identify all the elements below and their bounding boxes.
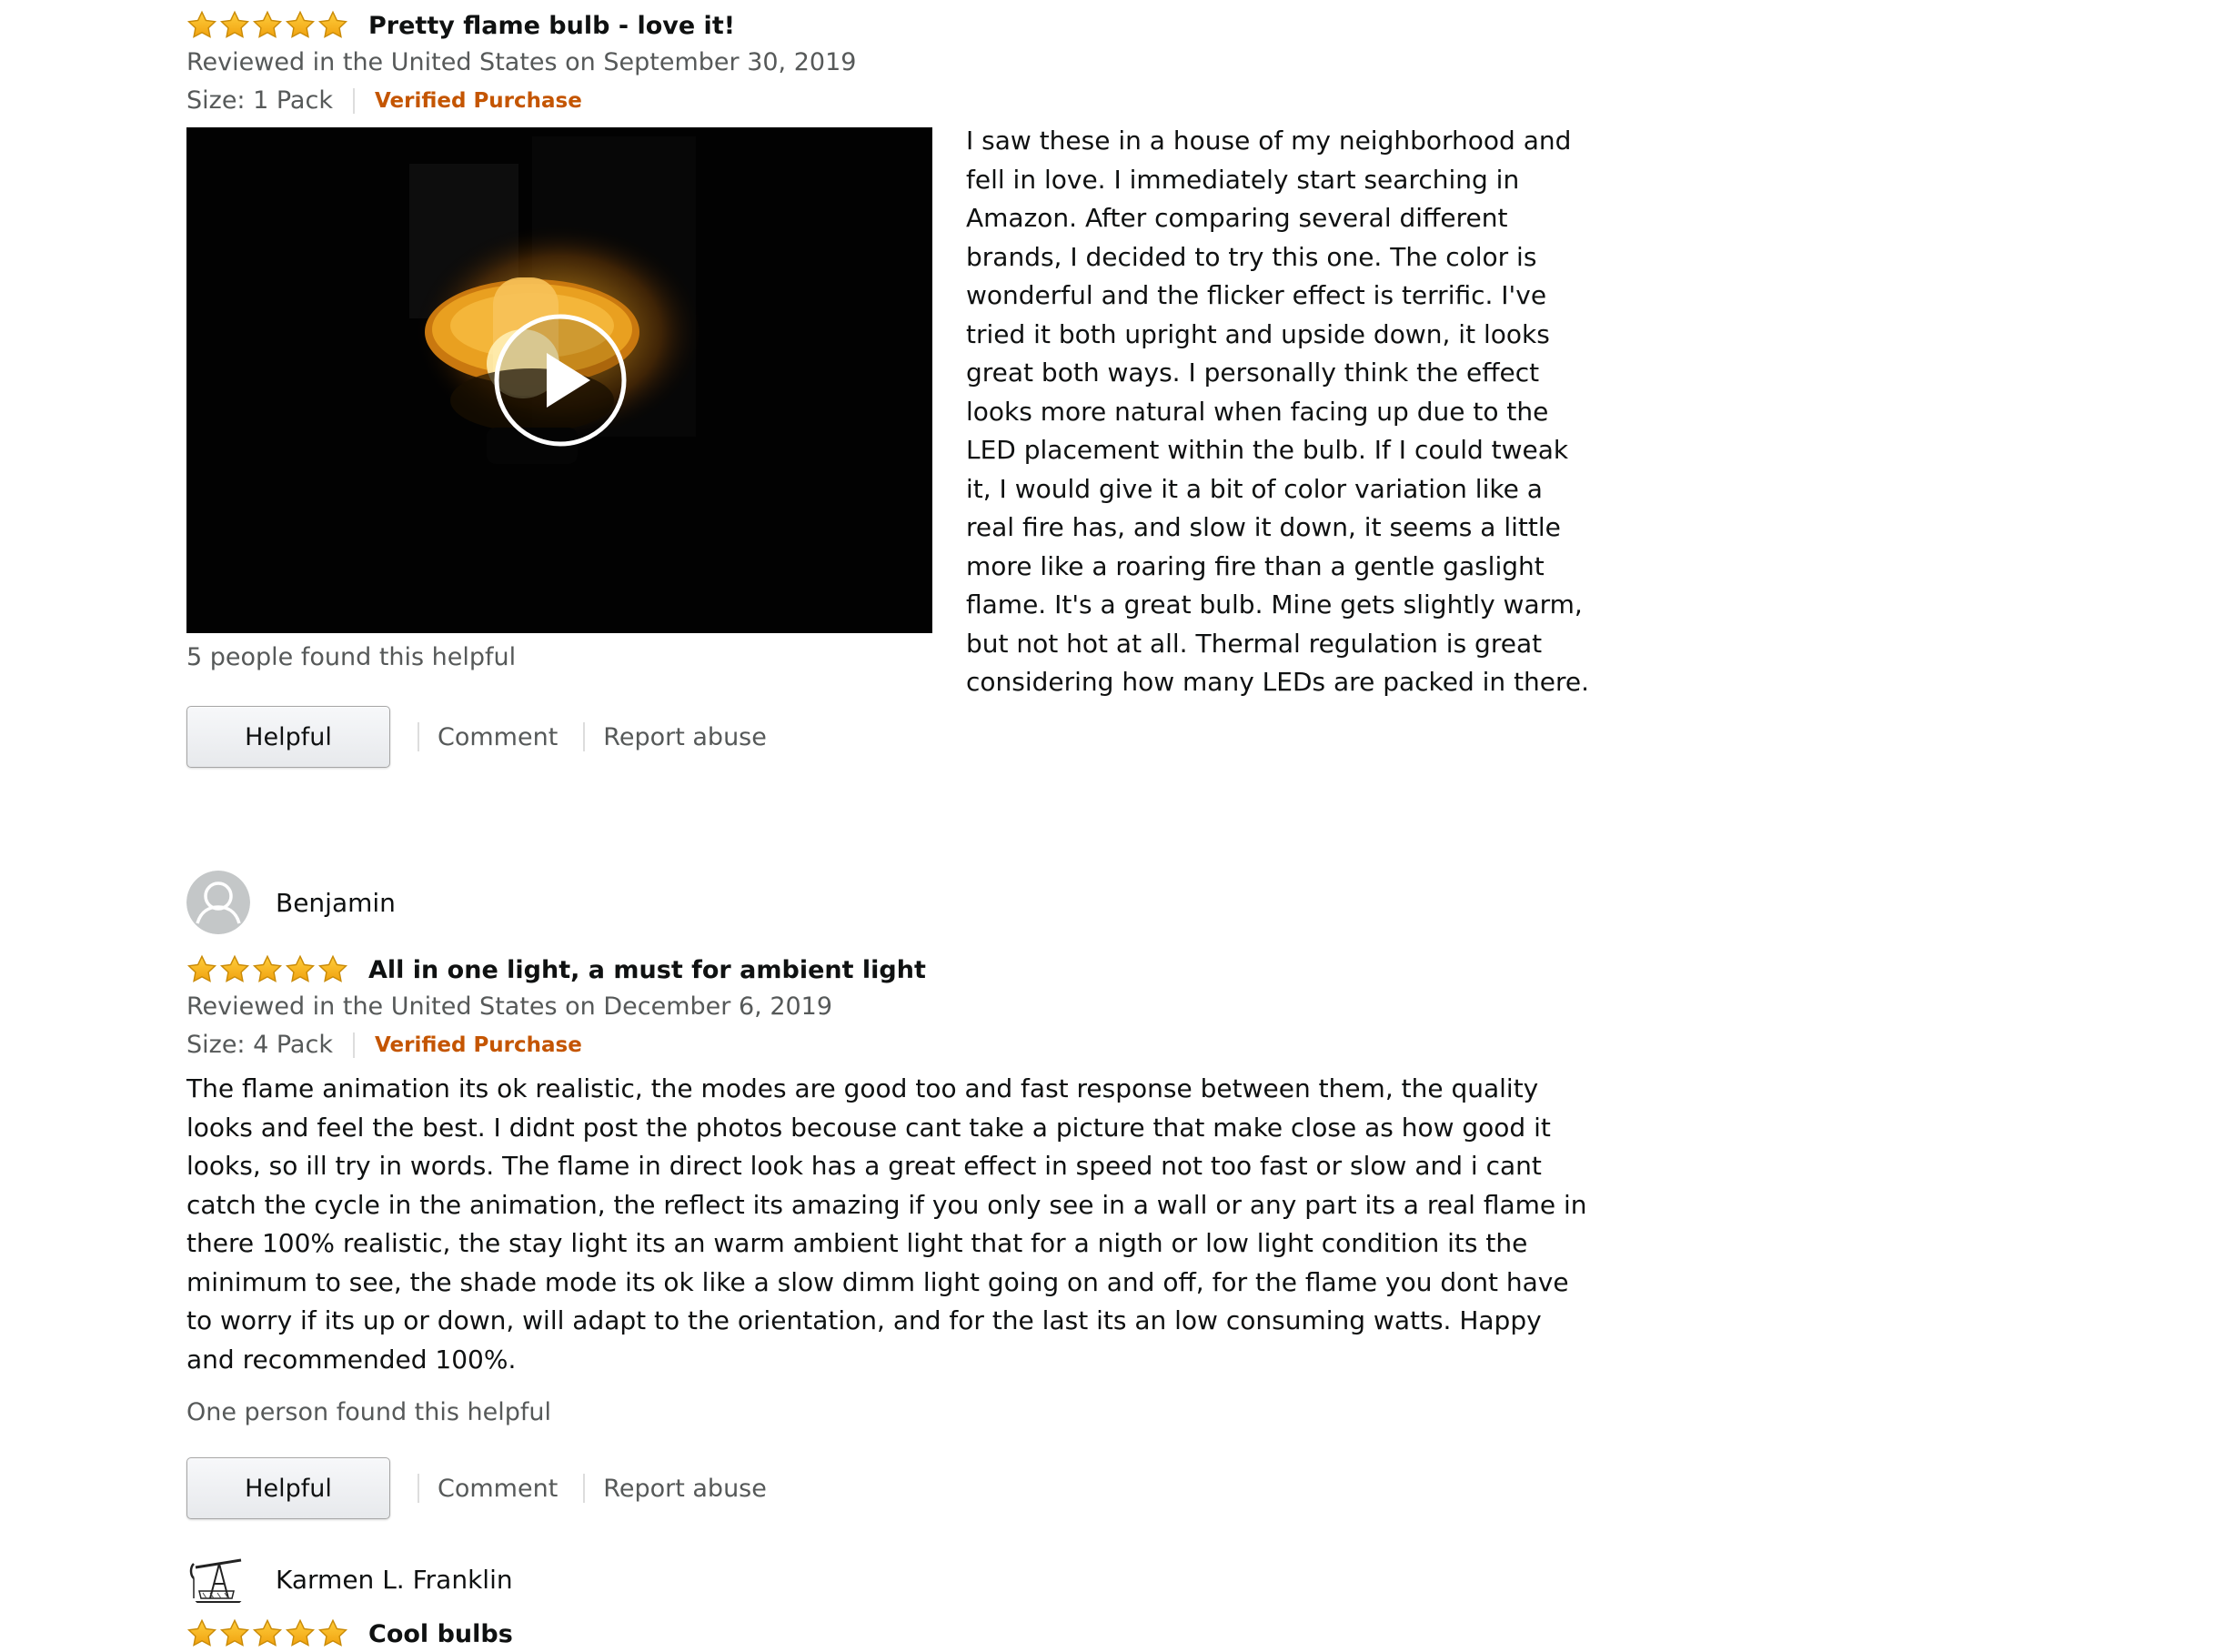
star-icon bbox=[252, 1618, 283, 1649]
review-3: Cool bulbs bbox=[186, 1616, 1592, 1652]
star-icon bbox=[219, 1618, 250, 1649]
review-date: Reviewed in the United States on Decembe… bbox=[186, 992, 833, 1021]
divider bbox=[583, 722, 586, 751]
review-header: All in one light, a must for ambient lig… bbox=[186, 952, 1592, 988]
star-icon bbox=[252, 954, 283, 985]
review-1: Pretty flame bulb - love it! Reviewed in… bbox=[186, 7, 1592, 826]
divider bbox=[583, 1474, 586, 1503]
size-link[interactable]: Size: 1 Pack bbox=[186, 82, 333, 120]
helpful-count: One person found this helpful bbox=[186, 1398, 551, 1426]
review-media-row: I saw these in a house of my neighborhoo… bbox=[186, 126, 1592, 697]
review-format-line: Size: 4 Pack Verified Purchase bbox=[186, 1026, 1592, 1064]
star-icon bbox=[317, 1618, 348, 1649]
star-icon bbox=[252, 10, 283, 41]
star-rating[interactable] bbox=[186, 10, 348, 41]
reviewer-profile[interactable]: Karmen L. Franklin bbox=[186, 1546, 513, 1612]
reviewer-name: Karmen L. Franklin bbox=[276, 1564, 513, 1595]
star-icon bbox=[219, 10, 250, 41]
star-icon bbox=[285, 10, 316, 41]
star-icon bbox=[186, 954, 217, 985]
star-icon bbox=[219, 954, 250, 985]
reviewer-name: Benjamin bbox=[276, 887, 396, 918]
reviewer-profile[interactable]: Benjamin bbox=[186, 870, 396, 935]
review-date: Reviewed in the United States on Septemb… bbox=[186, 48, 857, 76]
review-title[interactable]: All in one light, a must for ambient lig… bbox=[368, 956, 926, 984]
play-icon[interactable] bbox=[492, 312, 629, 448]
review-actions: Helpful Comment Report abuse bbox=[186, 1456, 1592, 1521]
review-header: Pretty flame bulb - love it! bbox=[186, 7, 1592, 44]
review-actions: Helpful Comment Report abuse bbox=[186, 704, 1592, 770]
review-title[interactable]: Pretty flame bulb - love it! bbox=[368, 12, 735, 40]
divider bbox=[418, 722, 419, 751]
comment-link[interactable]: Comment bbox=[438, 723, 558, 751]
verified-purchase-badge[interactable]: Verified Purchase bbox=[375, 82, 582, 120]
size-link[interactable]: Size: 4 Pack bbox=[186, 1026, 333, 1064]
divider bbox=[418, 1474, 419, 1503]
oil-pump-jack-avatar-icon bbox=[186, 1547, 250, 1611]
star-icon bbox=[317, 10, 348, 41]
helpful-button[interactable]: Helpful bbox=[186, 706, 390, 768]
default-user-avatar-icon bbox=[186, 871, 250, 934]
report-abuse-link[interactable]: Report abuse bbox=[603, 723, 767, 751]
star-icon bbox=[285, 1618, 316, 1649]
review-2: All in one light, a must for ambient lig… bbox=[186, 952, 1592, 1519]
review-header: Cool bulbs bbox=[186, 1616, 1592, 1652]
helpful-button[interactable]: Helpful bbox=[186, 1457, 390, 1519]
divider bbox=[352, 1032, 355, 1058]
star-icon bbox=[186, 1618, 217, 1649]
star-icon bbox=[186, 10, 217, 41]
review-format-line: Size: 1 Pack Verified Purchase bbox=[186, 82, 1592, 120]
star-icon bbox=[285, 954, 316, 985]
review-video[interactable] bbox=[186, 127, 932, 633]
verified-purchase-badge[interactable]: Verified Purchase bbox=[375, 1026, 582, 1064]
review-body: I saw these in a house of my neighborhoo… bbox=[966, 126, 1590, 697]
report-abuse-link[interactable]: Report abuse bbox=[603, 1475, 767, 1503]
review-title[interactable]: Cool bulbs bbox=[368, 1620, 513, 1648]
star-rating[interactable] bbox=[186, 954, 348, 985]
review-body: The flame animation its ok realistic, th… bbox=[186, 1073, 1587, 1375]
star-icon bbox=[317, 954, 348, 985]
star-rating[interactable] bbox=[186, 1618, 348, 1649]
divider bbox=[352, 88, 355, 114]
comment-link[interactable]: Comment bbox=[438, 1475, 558, 1503]
